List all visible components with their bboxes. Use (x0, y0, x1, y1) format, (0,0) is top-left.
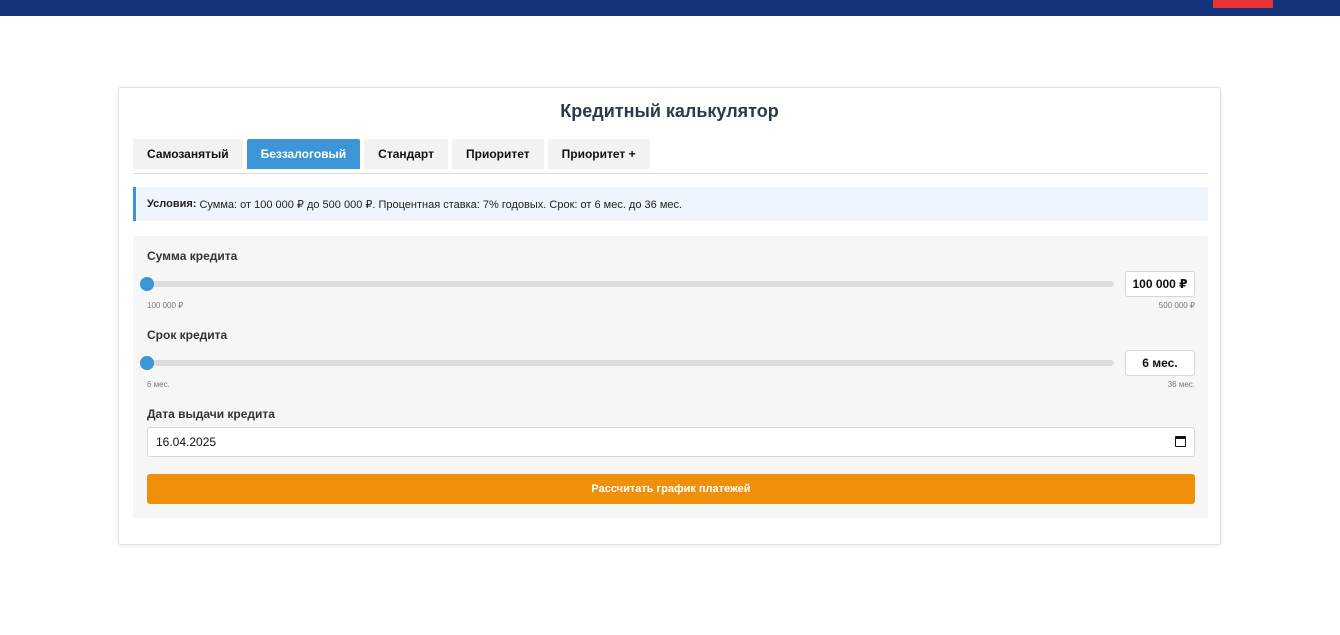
header-accent-block[interactable] (1213, 0, 1273, 8)
term-value-field[interactable]: 6 мес. (1125, 350, 1195, 376)
issue-date-label: Дата выдачи кредита (147, 407, 275, 421)
conditions-label: Условия: (147, 198, 197, 210)
top-navigation-bar (0, 0, 1340, 16)
tab-standard[interactable]: Стандарт (364, 139, 448, 169)
term-label: Срок кредита (147, 328, 228, 342)
tab-priority[interactable]: Приоритет (451, 139, 544, 169)
tab-priority-plus[interactable]: Приоритет + (547, 139, 650, 169)
credit-calculator-card: Кредитный калькулятор Самозанятый Беззал… (118, 87, 1221, 545)
amount-label: Сумма кредита (147, 249, 238, 263)
term-slider-thumb[interactable] (140, 356, 154, 370)
tab-self-employed[interactable]: Самозанятый (133, 139, 243, 169)
issue-date-value: 16.04.2025 (156, 435, 217, 449)
loan-type-tabs: Самозанятый Беззалоговый Стандарт Приори… (133, 139, 1208, 174)
calendar-icon[interactable] (1175, 436, 1186, 447)
tab-unsecured[interactable]: Беззалоговый (246, 139, 361, 169)
amount-max-label: 500 000 ₽ (1158, 301, 1195, 310)
calculator-title: Кредитный калькулятор (560, 101, 779, 121)
calculate-schedule-button[interactable]: Рассчитать график платежей (147, 474, 1195, 504)
conditions-text: Сумма: от 100 000 ₽ до 500 000 ₽. Процен… (199, 198, 683, 211)
calculator-form-panel: Сумма кредита 100 000 ₽ 100 000 ₽ 500 00… (133, 236, 1208, 518)
loan-conditions-note: Условия: Сумма: от 100 000 ₽ до 500 000 … (133, 187, 1208, 221)
amount-value-field[interactable]: 100 000 ₽ (1125, 271, 1195, 297)
term-min-label: 6 мес. (147, 380, 170, 389)
amount-slider-track[interactable] (140, 277, 1114, 291)
amount-slider-thumb[interactable] (140, 277, 154, 291)
term-slider-track[interactable] (140, 356, 1114, 370)
term-max-label: 36 мес. (1167, 380, 1195, 389)
issue-date-input[interactable]: 16.04.2025 (147, 427, 1195, 457)
amount-min-label: 100 000 ₽ (147, 301, 184, 310)
